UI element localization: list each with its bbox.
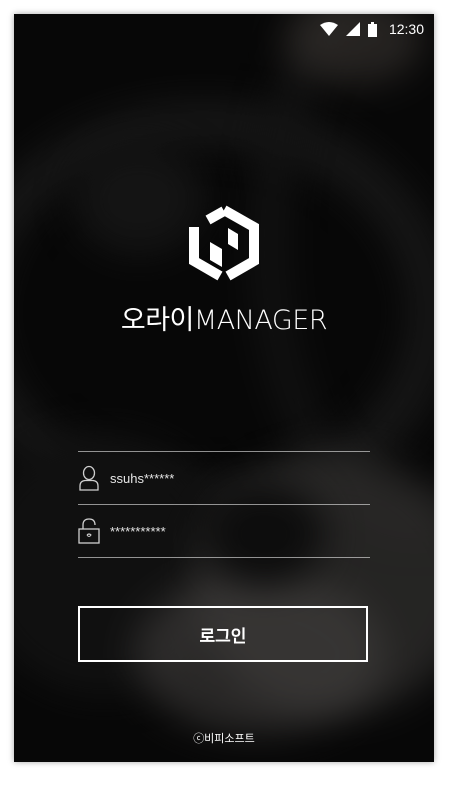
signal-icon [345, 22, 360, 36]
lock-icon [78, 518, 100, 544]
divider-middle [78, 504, 370, 505]
status-bar: 12:30 [14, 14, 434, 44]
battery-icon [367, 21, 377, 37]
divider-bottom [78, 557, 370, 558]
password-input[interactable] [110, 523, 370, 539]
username-field[interactable] [78, 455, 370, 501]
app-screen: 12:30 오라이MANAGER ssuhs****** ***********… [14, 14, 434, 762]
status-time: 12:30 [388, 21, 424, 37]
app-logo-icon [189, 205, 259, 281]
login-button[interactable]: 로그인 [78, 606, 368, 662]
username-input[interactable] [110, 470, 370, 486]
divider-top [78, 451, 370, 452]
password-field[interactable] [78, 508, 370, 554]
wifi-icon [319, 22, 338, 36]
user-icon [78, 465, 100, 491]
app-title: 오라이MANAGER [120, 305, 328, 336]
copyright-text: ⓒ비피소프트 [193, 732, 255, 745]
